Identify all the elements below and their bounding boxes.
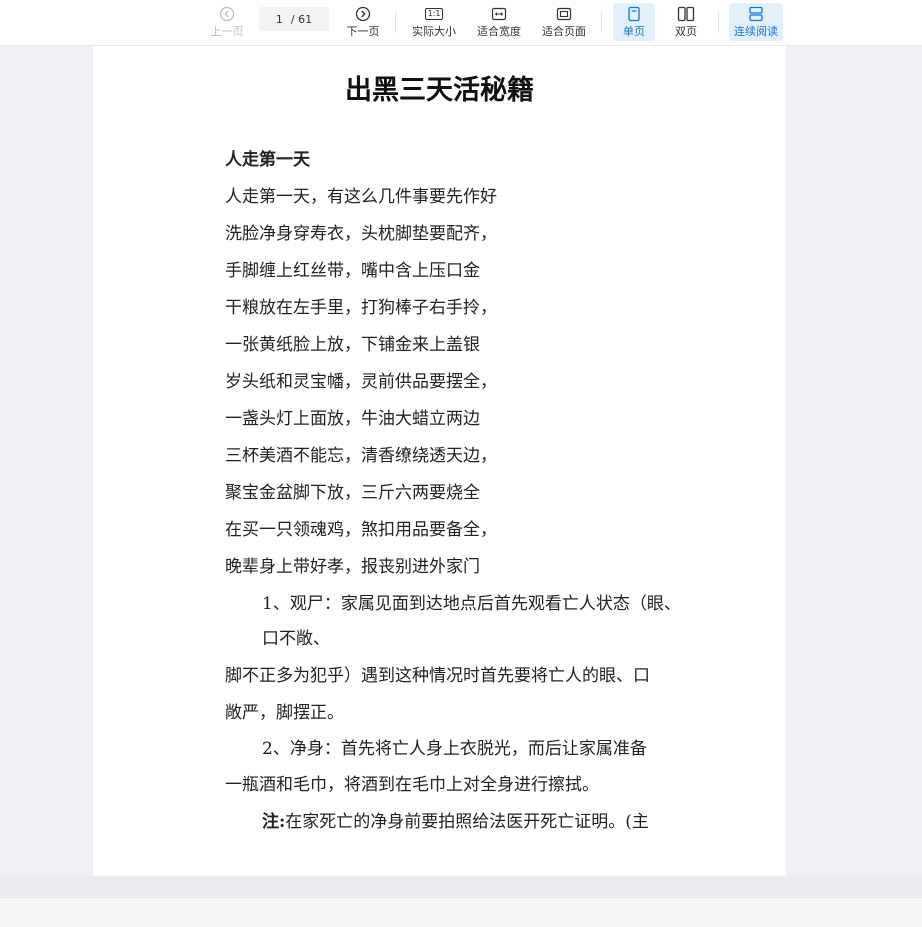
viewer-gap: [0, 877, 922, 897]
text-line: 一张黄纸脸上放，下铺金来上盖银: [225, 335, 480, 355]
double-page-icon: [677, 4, 695, 24]
current-page-number: 1: [275, 12, 283, 26]
text-line: 人走第一天，有这么几件事要先作好: [225, 187, 497, 207]
text-line: 干粮放在左手里，打狗棒子右手拎，: [225, 298, 497, 318]
page-number-input[interactable]: 1 / 61: [259, 7, 329, 31]
text-line: 1、观尸：家属见面到达地点后首先观看亡人状态（眼、: [262, 594, 681, 614]
text-line: 2、净身：首先将亡人身上衣脱光，而后让家属准备: [262, 739, 647, 759]
bottom-bar: [0, 897, 922, 927]
fit-width-label: 适合宽度: [477, 25, 521, 38]
text-line: 一盏头灯上面放，牛油大蜡立两边: [225, 409, 480, 429]
next-page-button[interactable]: 下一页: [343, 3, 383, 41]
reader-toolbar: 上一页 1 / 61 下一页 1:1 实际大小 适合宽度 适合页面 单页 双页 …: [0, 0, 922, 46]
text-line: 口不敞、: [262, 629, 330, 649]
double-page-label: 双页: [675, 25, 697, 38]
fit-width-button[interactable]: 适合宽度: [474, 3, 524, 41]
single-page-button[interactable]: 单页: [613, 3, 655, 41]
text-line: 敞严，脚摆正。: [225, 703, 344, 723]
toolbar-divider: [601, 11, 602, 33]
chevron-right-icon: [355, 4, 371, 24]
chevron-left-icon: [219, 4, 235, 24]
single-page-icon: [627, 4, 641, 24]
actual-size-button[interactable]: 1:1 实际大小: [409, 3, 459, 41]
note-text: 在家死亡的净身前要拍照给法医开死亡证明。(主: [285, 812, 649, 832]
next-page-label: 下一页: [346, 25, 380, 38]
text-line: 晚辈身上带好孝，报丧别进外家门: [225, 557, 480, 577]
fit-width-icon: [491, 4, 507, 24]
double-page-button[interactable]: 双页: [665, 3, 707, 41]
toolbar-divider: [718, 11, 719, 33]
prev-page-label: 上一页: [210, 25, 244, 38]
fit-page-label: 适合页面: [542, 25, 586, 38]
continuous-reading-label: 连续阅读: [734, 25, 778, 38]
continuous-scroll-icon: [748, 4, 764, 24]
prev-page-button[interactable]: 上一页: [208, 3, 246, 41]
fit-page-icon: [556, 4, 572, 24]
text-line: 三杯美酒不能忘，清香缭绕透天边，: [225, 446, 497, 466]
total-pages: / 61: [290, 12, 313, 26]
text-line: 一瓶酒和毛巾，将酒到在毛巾上对全身进行擦拭。: [225, 775, 599, 795]
toolbar-divider: [395, 11, 396, 33]
text-line: 在买一只领魂鸡，煞扣用品要备全，: [225, 520, 497, 540]
continuous-reading-button[interactable]: 连续阅读: [729, 3, 783, 41]
text-line: 洗脸净身穿寿衣，头枕脚垫要配齐，: [225, 224, 497, 244]
text-line: 脚不正多为犯乎）遇到这种情况时首先要将亡人的眼、口: [225, 666, 650, 686]
document-title: 出黑三天活秘籍: [345, 75, 534, 106]
section-heading: 人走第一天: [225, 150, 310, 170]
text-line: 手脚缠上红丝带，嘴中含上压口金: [225, 261, 480, 281]
text-line: 岁头纸和灵宝幡，灵前供品要摆全，: [225, 372, 497, 392]
actual-size-label: 实际大小: [412, 25, 456, 38]
fit-page-button[interactable]: 适合页面: [539, 3, 589, 41]
note-label: 注:: [262, 812, 286, 832]
actual-size-icon: 1:1: [424, 4, 444, 24]
note-line: 注:在家死亡的净身前要拍照给法医开死亡证明。(主: [262, 811, 649, 833]
text-line: 聚宝金盆脚下放，三斤六两要烧全: [225, 483, 480, 503]
single-page-label: 单页: [623, 25, 645, 38]
